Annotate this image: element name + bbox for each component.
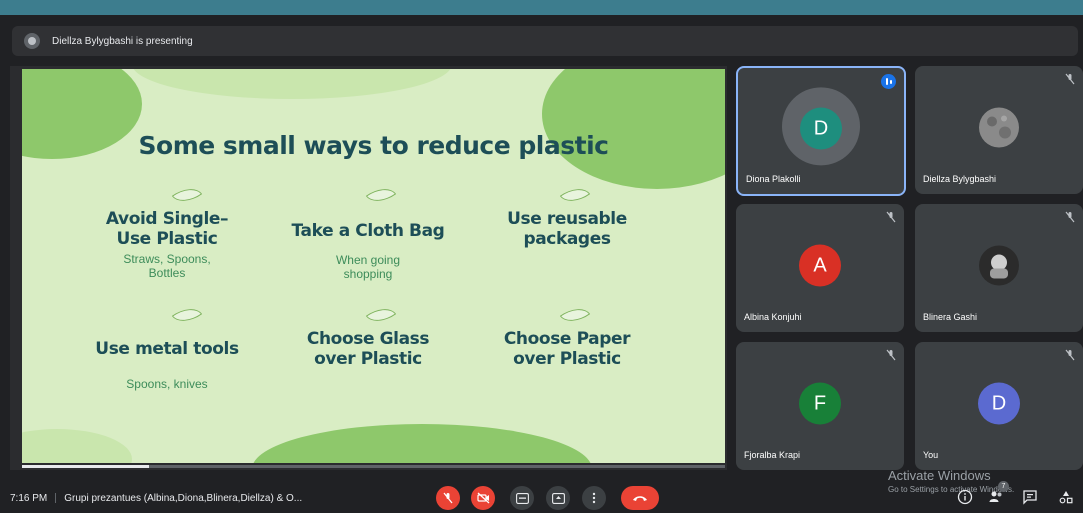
- participant-name: Blinera Gashi: [923, 312, 978, 322]
- participant-name: Fjoralba Krapi: [744, 450, 801, 460]
- participant-tile-albina[interactable]: A Albina Konjuhi: [736, 204, 904, 332]
- people-button[interactable]: 7: [988, 481, 1009, 505]
- slide-item-title: Avoid Single– Use Plastic: [105, 209, 229, 249]
- mic-off-icon: [886, 211, 896, 223]
- avatar: A: [799, 244, 841, 287]
- meeting-name: Grupi prezantues (Albina,Diona,Blinera,D…: [64, 493, 303, 504]
- chat-icon[interactable]: [1022, 489, 1038, 505]
- more-vert-icon: [592, 492, 596, 504]
- slide-item-title: Take a Cloth Bag: [291, 221, 445, 241]
- leaf-icon: [171, 300, 203, 330]
- participant-tile-you[interactable]: D You: [915, 342, 1083, 470]
- leaf-icon: [365, 300, 397, 330]
- speaking-indicator-icon: [881, 74, 896, 89]
- camera-toggle-button[interactable]: [471, 486, 495, 510]
- slide-title: Some small ways to reduce plastic: [138, 131, 609, 160]
- activities-icon[interactable]: [1058, 489, 1074, 505]
- participant-name: You: [923, 450, 939, 460]
- avatar: F: [799, 382, 841, 425]
- slide-item-title: Use reusable packages: [507, 209, 627, 249]
- mic-off-icon: [1065, 73, 1075, 85]
- leaf-icon: [559, 300, 591, 330]
- participant-tile-diellza[interactable]: Diellza Bylygbashi: [915, 66, 1083, 194]
- decor-blob: [132, 69, 452, 99]
- avatar: D: [800, 107, 842, 150]
- meeting-time: 7:16 PM: [10, 493, 48, 504]
- mic-toggle-button[interactable]: [436, 486, 460, 510]
- presentation-area: Some small ways to reduce plastic Avoid …: [10, 66, 727, 470]
- window-top-strip: [0, 0, 1083, 15]
- captions-button[interactable]: [510, 486, 534, 510]
- meeting-details-icon[interactable]: [957, 489, 973, 505]
- meeting-info: 7:16 PM Grupi prezantues (Albina,Diona,Bl…: [10, 493, 302, 504]
- participant-name: Diellza Bylygbashi: [923, 174, 997, 184]
- mic-off-icon: [443, 492, 453, 504]
- leaf-icon: [171, 180, 203, 210]
- mic-off-icon: [886, 349, 896, 361]
- slide-item-subtitle: Spoons, knives: [126, 377, 208, 391]
- participant-tile-fjoralba[interactable]: F Fjoralba Krapi: [736, 342, 904, 470]
- slide-item-title: Choose Glass over Plastic: [306, 329, 430, 369]
- participant-tile-blinera[interactable]: Blinera Gashi: [915, 204, 1083, 332]
- moon-avatar-image: [979, 107, 1019, 148]
- meeting-control-bar: 7:16 PM Grupi prezantues (Albina,Diona,Bl…: [0, 481, 1083, 513]
- slide-item-subtitle: When going shopping: [335, 253, 401, 281]
- slide-item-title: Use metal tools: [95, 339, 239, 359]
- decor-blob: [22, 429, 132, 463]
- present-icon: [551, 492, 565, 504]
- captions-icon: [515, 492, 529, 504]
- slide-item-subtitle: Straws, Spoons, Bottles: [123, 252, 211, 280]
- presenting-banner: Diellza Bylygbashi is presenting: [12, 26, 1078, 56]
- presentation-slide: Some small ways to reduce plastic Avoid …: [22, 69, 725, 463]
- presenting-text: Diellza Bylygbashi is presenting: [52, 35, 193, 47]
- avatar: D: [978, 382, 1020, 425]
- participant-name: Diona Plakolli: [746, 174, 801, 184]
- people-count-badge: 7: [998, 481, 1009, 492]
- presenter-avatar: [24, 33, 40, 49]
- decor-blob: [252, 424, 592, 463]
- hang-up-icon: [633, 496, 647, 501]
- more-options-button[interactable]: [582, 486, 606, 510]
- leaf-icon: [365, 180, 397, 210]
- decor-blob: [542, 69, 725, 189]
- participant-tile-diona[interactable]: D Diona Plakolli: [736, 66, 906, 196]
- participant-name: Albina Konjuhi: [744, 312, 802, 322]
- leaf-icon: [559, 180, 591, 210]
- slide-item-title: Choose Paper over Plastic: [503, 329, 631, 369]
- camera-off-icon: [476, 492, 489, 504]
- slide-progress-bar: [22, 465, 725, 468]
- leave-call-button[interactable]: [621, 486, 659, 510]
- mic-off-icon: [1065, 211, 1075, 223]
- present-now-button[interactable]: [546, 486, 570, 510]
- mic-off-icon: [1065, 349, 1075, 361]
- profile-photo-image: [979, 245, 1019, 286]
